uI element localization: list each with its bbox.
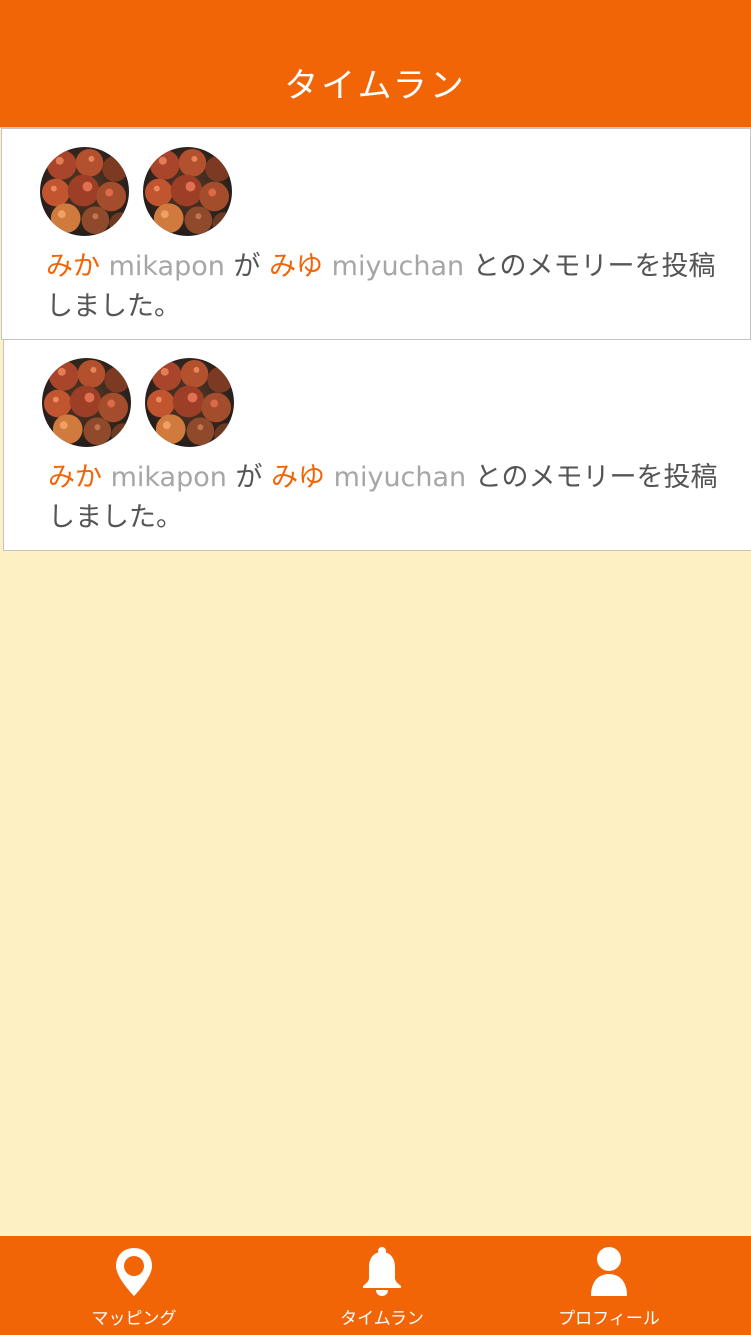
author-name[interactable]: みか bbox=[46, 251, 100, 282]
avatar[interactable] bbox=[40, 147, 129, 236]
tab-label: タイムラン bbox=[340, 1309, 424, 1329]
avatar[interactable] bbox=[145, 358, 234, 447]
tab-label: プロフィール bbox=[558, 1309, 660, 1329]
bottom-tab-bar: マッピング タイムラン プロフィール bbox=[0, 1236, 751, 1335]
post-avatars bbox=[42, 358, 234, 447]
avatar[interactable] bbox=[143, 147, 232, 236]
post-avatars bbox=[40, 147, 232, 236]
timeline-post-card[interactable]: みか mikapon が みゆ miyuchan とのメモリーを投稿しました。 bbox=[1, 128, 751, 340]
tab-timeline[interactable]: タイムラン bbox=[292, 1236, 472, 1335]
tab-label: マッピング bbox=[91, 1309, 177, 1329]
avatar[interactable] bbox=[42, 358, 131, 447]
bell-icon bbox=[363, 1247, 401, 1296]
author-id[interactable]: mikapon bbox=[111, 462, 227, 493]
tab-mapping[interactable]: マッピング bbox=[44, 1236, 224, 1335]
post-message: みか mikapon が みゆ miyuchan とのメモリーを投稿しました。 bbox=[48, 458, 728, 538]
post-message: みか mikapon が みゆ miyuchan とのメモリーを投稿しました。 bbox=[46, 247, 726, 327]
person-icon bbox=[591, 1247, 627, 1296]
tab-profile[interactable]: プロフィール bbox=[519, 1236, 699, 1335]
partner-id[interactable]: miyuchan bbox=[332, 251, 465, 282]
timeline-post-card[interactable]: みか mikapon が みゆ miyuchan とのメモリーを投稿しました。 bbox=[3, 339, 751, 551]
post-particle: が bbox=[233, 251, 261, 282]
map-pin-icon bbox=[116, 1248, 152, 1296]
partner-id[interactable]: miyuchan bbox=[334, 462, 467, 493]
app-header: タイムラン bbox=[0, 0, 751, 128]
partner-name[interactable]: みゆ bbox=[269, 251, 323, 282]
partner-name[interactable]: みゆ bbox=[271, 462, 325, 493]
page-title: タイムラン bbox=[284, 66, 467, 106]
post-particle: が bbox=[235, 462, 263, 493]
author-id[interactable]: mikapon bbox=[109, 251, 225, 282]
author-name[interactable]: みか bbox=[48, 462, 102, 493]
